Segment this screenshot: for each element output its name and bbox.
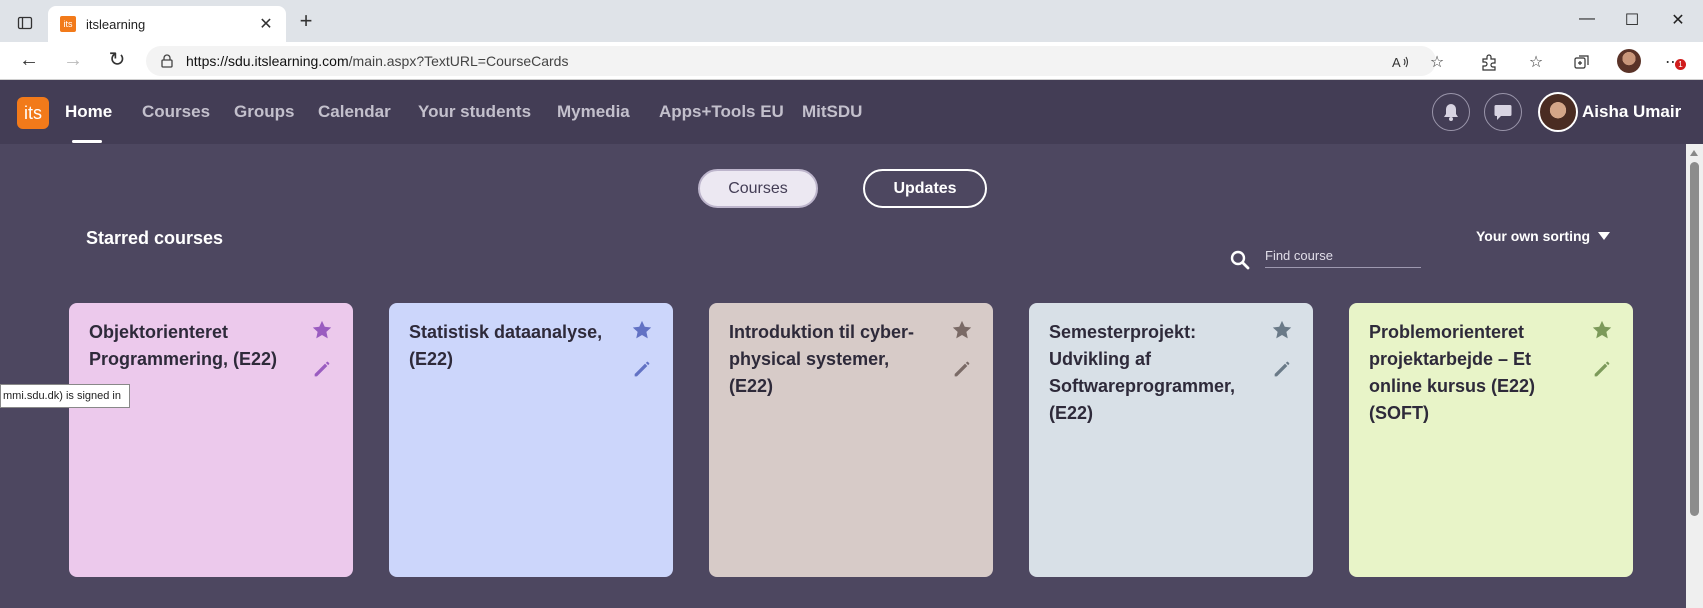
browser-address-bar: ← → ↻ https://sdu.itslearning.com/main.a… bbox=[0, 42, 1703, 80]
collections-icon[interactable] bbox=[1571, 51, 1593, 73]
star-icon[interactable] bbox=[311, 319, 333, 341]
course-title[interactable]: Semesterprojekt: Udvikling af Softwarepr… bbox=[1049, 319, 1249, 427]
course-card[interactable]: Statistisk dataanalyse, (E22) bbox=[389, 303, 673, 577]
minimize-window-button[interactable]: — bbox=[1575, 10, 1599, 32]
url-host: https://sdu.itslearning.com bbox=[186, 53, 349, 69]
user-avatar[interactable] bbox=[1538, 92, 1578, 132]
scroll-up-arrow-icon[interactable] bbox=[1690, 150, 1698, 156]
updates-view-toggle[interactable]: Updates bbox=[863, 169, 987, 208]
messages-button[interactable] bbox=[1484, 93, 1522, 131]
course-title[interactable]: Problemorienteret projektarbejde – Et on… bbox=[1369, 319, 1569, 427]
course-card[interactable]: Problemorienteret projektarbejde – Et on… bbox=[1349, 303, 1633, 577]
find-course-input[interactable] bbox=[1265, 244, 1421, 268]
nav-your-students[interactable]: Your students bbox=[418, 102, 531, 122]
sort-dropdown[interactable]: Your own sorting bbox=[1476, 228, 1611, 244]
back-button[interactable]: ← bbox=[18, 50, 40, 72]
scroll-thumb[interactable] bbox=[1690, 162, 1699, 516]
browser-tab[interactable]: its itslearning ✕ bbox=[48, 6, 286, 42]
starred-courses-heading: Starred courses bbox=[86, 228, 224, 248]
nav-apps-tools-eu[interactable]: Apps+Tools EU bbox=[659, 102, 784, 122]
nav-groups[interactable]: Groups bbox=[234, 102, 294, 122]
read-aloud-icon[interactable]: A bbox=[1390, 51, 1412, 73]
user-name[interactable]: Aisha Umair bbox=[1582, 102, 1681, 122]
course-title[interactable]: Objektorienteret Programmering, (E22) bbox=[89, 319, 289, 373]
forward-button[interactable]: → bbox=[62, 50, 84, 72]
refresh-button[interactable]: ↻ bbox=[106, 50, 128, 72]
star-icon[interactable] bbox=[631, 319, 653, 341]
notifications-button[interactable] bbox=[1432, 93, 1470, 131]
url-path: /main.aspx?TextURL=CourseCards bbox=[348, 53, 569, 69]
extensions-icon[interactable] bbox=[1478, 51, 1500, 73]
notification-badge: 1 bbox=[1675, 59, 1686, 70]
edit-pencil-icon[interactable] bbox=[951, 358, 973, 380]
add-favorite-icon[interactable]: ☆ bbox=[1426, 51, 1448, 73]
itslearning-app: its Home Courses Groups Calendar Your st… bbox=[0, 80, 1703, 608]
page-scrollbar[interactable] bbox=[1686, 144, 1703, 608]
close-window-button[interactable]: ✕ bbox=[1666, 10, 1690, 32]
chat-bubble-icon bbox=[1494, 105, 1512, 120]
lock-icon[interactable] bbox=[160, 54, 174, 68]
courses-view-toggle[interactable]: Courses bbox=[698, 169, 818, 208]
edit-pencil-icon[interactable] bbox=[1271, 358, 1293, 380]
dropdown-arrow-icon bbox=[1598, 232, 1611, 240]
tab-title: itslearning bbox=[86, 16, 146, 32]
browser-tab-bar: its itslearning ✕ + — ☐ ✕ bbox=[0, 0, 1703, 42]
edit-pencil-icon[interactable] bbox=[1591, 358, 1613, 380]
star-icon[interactable] bbox=[1271, 319, 1293, 341]
nav-courses[interactable]: Courses bbox=[142, 102, 210, 122]
maximize-window-button[interactable]: ☐ bbox=[1620, 10, 1644, 32]
nav-home[interactable]: Home bbox=[65, 102, 112, 122]
edit-pencil-icon[interactable] bbox=[311, 358, 333, 380]
tab-actions-icon[interactable] bbox=[14, 12, 36, 34]
course-title[interactable]: Introduktion til cyber-physical systemer… bbox=[729, 319, 929, 400]
nav-calendar[interactable]: Calendar bbox=[318, 102, 391, 122]
browser-profile-avatar[interactable] bbox=[1617, 49, 1641, 73]
course-card[interactable]: Objektorienteret Programmering, (E22) bbox=[69, 303, 353, 577]
active-nav-indicator bbox=[72, 140, 102, 143]
itslearning-logo[interactable]: its bbox=[17, 97, 49, 129]
top-navigation: its Home Courses Groups Calendar Your st… bbox=[0, 80, 1703, 144]
star-icon[interactable] bbox=[951, 319, 973, 341]
edit-pencil-icon[interactable] bbox=[631, 358, 653, 380]
search-icon[interactable] bbox=[1230, 250, 1250, 270]
star-icon[interactable] bbox=[1591, 319, 1613, 341]
course-title[interactable]: Statistisk dataanalyse, (E22) bbox=[409, 319, 609, 373]
course-card[interactable]: Semesterprojekt: Udvikling af Softwarepr… bbox=[1029, 303, 1313, 577]
new-tab-button[interactable]: + bbox=[296, 10, 316, 32]
svg-text:A: A bbox=[1392, 55, 1401, 70]
course-card[interactable]: Introduktion til cyber-physical systemer… bbox=[709, 303, 993, 577]
signed-in-tooltip: mmi.sdu.dk) is signed in bbox=[0, 384, 130, 408]
bell-icon bbox=[1444, 104, 1458, 121]
itslearning-favicon-icon: its bbox=[60, 16, 76, 32]
favorites-icon[interactable]: ☆ bbox=[1525, 51, 1547, 73]
url-field[interactable]: https://sdu.itslearning.com/main.aspx?Te… bbox=[146, 46, 1436, 76]
sort-label: Your own sorting bbox=[1476, 228, 1591, 244]
nav-mymedia[interactable]: Mymedia bbox=[557, 102, 630, 122]
nav-mitsdu[interactable]: MitSDU bbox=[802, 102, 862, 122]
close-tab-icon[interactable]: ✕ bbox=[258, 14, 274, 34]
